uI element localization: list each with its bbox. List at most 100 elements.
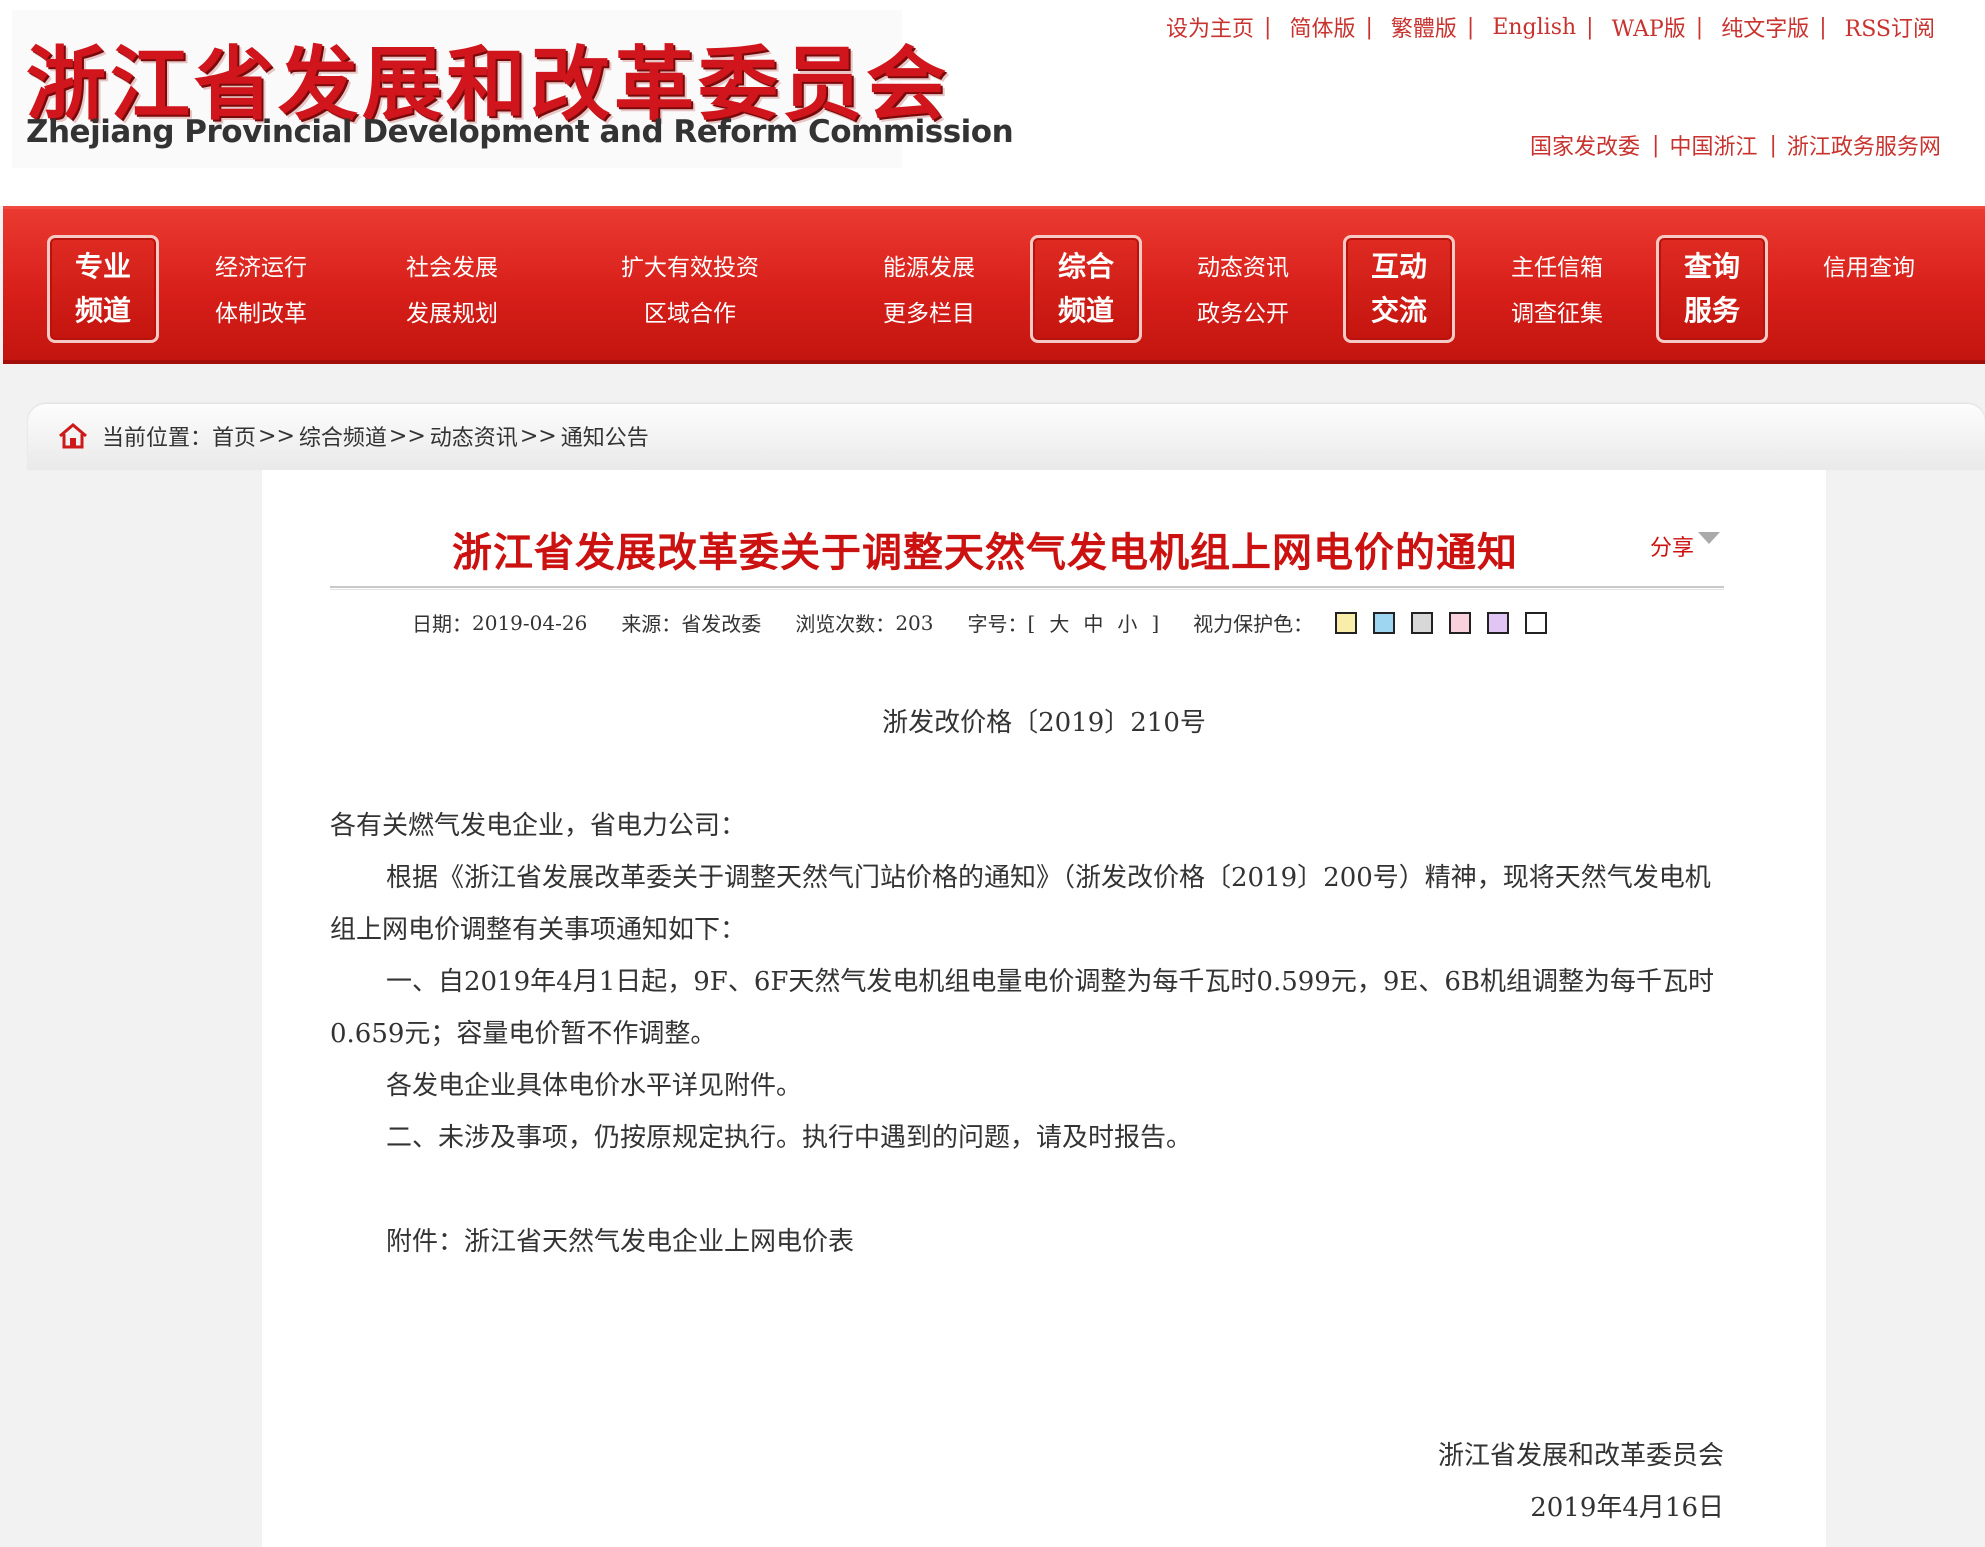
breadcrumb-comprehensive[interactable]: 综合频道: [299, 420, 387, 452]
nav-column: 主任信箱 调查征集: [1511, 245, 1603, 337]
nav-group-interaction[interactable]: 互动 交流: [1343, 235, 1455, 343]
breadcrumb-home[interactable]: 首页: [212, 420, 256, 452]
nav-item-reform[interactable]: 体制改革: [215, 291, 307, 337]
nav-group-label: 服务: [1683, 294, 1740, 327]
partner-links: 国家发改委 | 中国浙江 | 浙江政务服务网: [1520, 128, 1985, 162]
share-button[interactable]: 分享: [1650, 530, 1721, 562]
top-link-homepage[interactable]: 设为主页: [1150, 11, 1264, 43]
breadcrumb-bar: 当前位置： 首页 >> 综合频道 >> 动态资讯 >> 通知公告: [28, 404, 1985, 470]
font-size-medium-button[interactable]: 中: [1083, 608, 1103, 637]
eye-color-purple-button[interactable]: [1487, 611, 1510, 634]
body-paragraph: 各发电企业具体电价水平详见附件。: [386, 1071, 803, 1101]
top-link-simplified[interactable]: 简体版: [1271, 11, 1365, 43]
link-separator: |: [1365, 14, 1373, 40]
nav-group-label: 综合: [1057, 250, 1114, 283]
source-value: 省发改委: [681, 612, 762, 636]
body-paragraph: 一、自2019年4月1日起，9F、6F天然气发电机组电量电价调整为每千瓦时0.5…: [330, 967, 1715, 1049]
bracket-close: ]: [1151, 610, 1160, 635]
eye-color-yellow-button[interactable]: [1335, 611, 1358, 634]
nav-column: 经济运行 体制改革: [215, 245, 307, 337]
body-paragraph: 根据《浙江省发展改革委关于调整天然气门站价格的通知》（浙发改价格〔2019〕20…: [330, 863, 1711, 945]
nav-item-news[interactable]: 动态资讯: [1197, 245, 1289, 291]
top-links: 设为主页 | 简体版 | 繁體版 | English | WAP版 | 纯文字版…: [1150, 10, 1985, 44]
link-separator: |: [1586, 14, 1594, 40]
nav-group-query[interactable]: 查询 服务: [1656, 235, 1768, 343]
article-body: 各有关燃气发电企业，省电力公司： 根据《浙江省发展改革委关于调整天然气门站价格的…: [330, 800, 1730, 1268]
sign-date: 2019年4月16日: [1530, 1493, 1724, 1523]
nav-group-label: 互动: [1370, 250, 1427, 283]
link-separator: |: [1466, 14, 1475, 40]
home-icon: [59, 423, 87, 449]
logo-english-title: Zhejiang Provincial Development and Refo…: [26, 114, 1014, 150]
nav-column: 动态资讯 政务公开: [1197, 245, 1289, 337]
nav-item-survey[interactable]: 调查征集: [1511, 291, 1603, 337]
breadcrumb: 当前位置： 首页 >> 综合频道 >> 动态资讯 >> 通知公告: [58, 420, 649, 452]
nav-column: 信用查询: [1823, 245, 1915, 291]
breadcrumb-label: 当前位置：: [102, 426, 213, 451]
views-label: 浏览次数：: [795, 612, 896, 636]
breadcrumb-notices[interactable]: 通知公告: [561, 420, 649, 452]
top-link-rss[interactable]: RSS订阅: [1827, 11, 1945, 43]
nav-item-gov-affairs[interactable]: 政务公开: [1197, 291, 1289, 337]
eye-color-gray-button[interactable]: [1411, 611, 1434, 634]
breadcrumb-separator: >>: [519, 423, 557, 449]
breadcrumb-separator: >>: [388, 423, 426, 449]
document-number: 浙发改价格〔2019〕210号: [882, 708, 1206, 738]
site-header: 浙江省发展和改革委员会 Zhejiang Provincial Developm…: [0, 0, 1985, 206]
link-separator: |: [1769, 132, 1777, 158]
salutation: 各有关燃气发电企业，省电力公司：: [330, 811, 747, 841]
partner-link-ndrc[interactable]: 国家发改委: [1520, 129, 1652, 161]
breadcrumb-news[interactable]: 动态资讯: [430, 420, 518, 452]
top-link-wap[interactable]: WAP版: [1594, 11, 1696, 43]
article-meta: 日期： 2019-04-26 来源： 省发改委 浏览次数： 203 字号： [ …: [412, 608, 1563, 637]
nav-item-regional[interactable]: 区域合作: [644, 291, 736, 337]
nav-item-economy[interactable]: 经济运行: [215, 245, 307, 291]
nav-item-director-mailbox[interactable]: 主任信箱: [1511, 245, 1603, 291]
eye-care-label: 视力保护色：: [1193, 612, 1314, 636]
nav-group-label: 频道: [1057, 294, 1114, 327]
link-separator: |: [1819, 14, 1827, 40]
font-size-large-button[interactable]: 大: [1049, 608, 1069, 637]
bracket-open: [: [1027, 610, 1036, 635]
breadcrumb-separator: >>: [258, 423, 295, 449]
link-separator: |: [1695, 14, 1704, 40]
source-label: 来源：: [621, 612, 682, 636]
link-separator: |: [1264, 14, 1272, 40]
nav-item-credit-query[interactable]: 信用查询: [1823, 245, 1915, 291]
nav-group-label: 专业: [74, 250, 131, 283]
nav-group-label: 交流: [1370, 294, 1427, 327]
nav-group-comprehensive[interactable]: 综合 频道: [1030, 235, 1142, 343]
attachment-link[interactable]: 附件：浙江省天然气发电企业上网电价表: [330, 1216, 1730, 1268]
article-title: 浙江省发展改革委关于调整天然气发电机组上网电价的通知: [452, 529, 1518, 576]
eye-color-blue-button[interactable]: [1373, 611, 1396, 634]
nav-group-professional[interactable]: 专业 频道: [47, 235, 159, 343]
nav-item-more[interactable]: 更多栏目: [883, 291, 975, 337]
body-paragraph: 二、未涉及事项，仍按原规定执行。执行中遇到的问题，请及时报告。: [386, 1123, 1193, 1153]
nav-group-label: 查询: [1683, 250, 1740, 283]
link-separator: |: [1652, 132, 1660, 158]
article-content: 浙江省发展改革委关于调整天然气发电机组上网电价的通知 分享 日期： 2019-0…: [262, 470, 1826, 1547]
nav-column: 扩大有效投资 区域合作: [621, 245, 759, 337]
nav-group-label: 频道: [74, 294, 131, 327]
eye-color-white-button[interactable]: [1525, 611, 1548, 634]
views-count: 203: [895, 610, 934, 635]
nav-item-social[interactable]: 社会发展: [406, 245, 498, 291]
nav-item-planning[interactable]: 发展规划: [406, 291, 498, 337]
nav-item-energy[interactable]: 能源发展: [883, 245, 975, 291]
nav-item-investment[interactable]: 扩大有效投资: [621, 245, 759, 291]
share-label: 分享: [1650, 536, 1695, 561]
publish-date: 2019-04-26: [472, 610, 588, 635]
site-logo[interactable]: 浙江省发展和改革委员会 Zhejiang Provincial Developm…: [12, 10, 1014, 168]
font-size-small-button[interactable]: 小: [1117, 608, 1137, 637]
nav-column: 能源发展 更多栏目: [883, 245, 975, 337]
chevron-down-icon: [1698, 532, 1721, 544]
top-link-traditional[interactable]: 繁體版: [1373, 11, 1467, 43]
date-label: 日期：: [412, 612, 472, 636]
partner-link-gov-service[interactable]: 浙江政务服务网: [1777, 129, 1953, 161]
partner-link-zhejiang[interactable]: 中国浙江: [1659, 129, 1769, 161]
nav-column: 社会发展 发展规划: [406, 245, 498, 337]
font-size-label: 字号：: [967, 612, 1028, 636]
eye-color-pink-button[interactable]: [1449, 611, 1472, 634]
top-link-english[interactable]: English: [1474, 15, 1586, 40]
top-link-text-only[interactable]: 纯文字版: [1703, 11, 1819, 43]
